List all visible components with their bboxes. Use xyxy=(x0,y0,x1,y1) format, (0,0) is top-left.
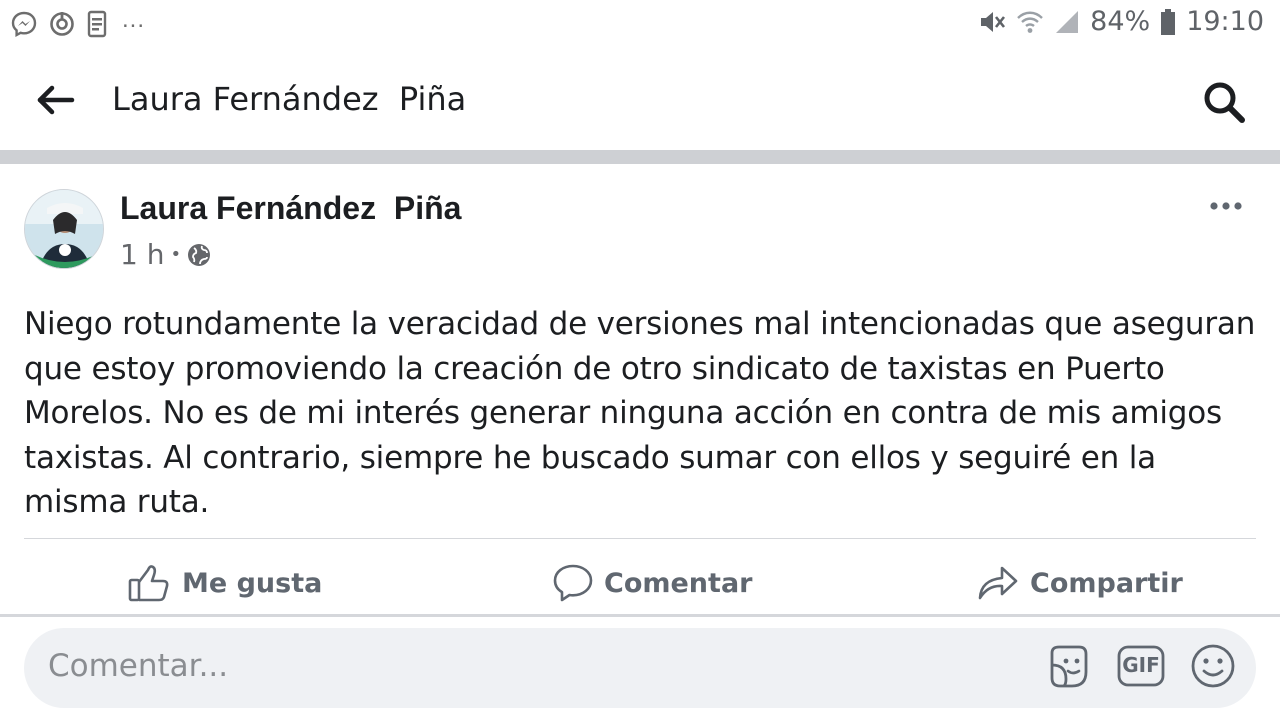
comment-button[interactable]: Comentar xyxy=(552,562,752,604)
clipboard-icon xyxy=(87,10,107,38)
globe-icon xyxy=(188,243,211,266)
sync-icon xyxy=(50,12,74,36)
more-horizontal-icon xyxy=(1210,202,1242,210)
like-button[interactable]: Me gusta xyxy=(128,562,322,604)
post-options-button[interactable] xyxy=(1206,198,1246,214)
smiley-icon xyxy=(1191,644,1235,688)
battery-icon xyxy=(1161,8,1176,35)
notification-icons: ... xyxy=(10,6,146,39)
search-icon xyxy=(1204,82,1245,123)
battery-percentage: 84% xyxy=(1090,6,1151,37)
messenger-icon xyxy=(11,11,37,38)
back-button[interactable] xyxy=(34,82,78,118)
avatar[interactable] xyxy=(24,189,104,269)
post-time[interactable]: 1 h xyxy=(120,238,164,271)
comment-placeholder: Comentar... xyxy=(48,648,229,684)
sticker-icon xyxy=(1050,645,1088,688)
profile-photo xyxy=(25,190,103,268)
search-button[interactable] xyxy=(1200,78,1248,126)
gif-button[interactable]: GIF xyxy=(1116,641,1166,691)
post-divider xyxy=(24,538,1256,539)
section-divider xyxy=(0,150,1280,164)
arrow-left-icon xyxy=(37,85,75,115)
sticker-button[interactable] xyxy=(1044,641,1094,691)
system-status: 84% 19:10 xyxy=(978,6,1264,37)
mute-icon xyxy=(981,11,1006,32)
wifi-icon xyxy=(1017,11,1044,33)
more-notifications-indicator: ... xyxy=(122,6,146,33)
share-label: Compartir xyxy=(1030,567,1183,599)
page-title: Laura Fernández Piña xyxy=(112,80,467,118)
post-text: Niego rotundamente la veracidad de versi… xyxy=(24,306,1256,520)
comment-label: Comentar xyxy=(604,567,753,599)
emoji-button[interactable] xyxy=(1188,641,1238,691)
post-author[interactable]: Laura Fernández Piña xyxy=(120,190,461,227)
share-arrow-icon xyxy=(978,566,1018,600)
meta-separator: • xyxy=(170,244,182,265)
like-label: Me gusta xyxy=(182,567,323,599)
status-bar: ... 84% 19:10 xyxy=(0,0,1280,50)
signal-icon xyxy=(1056,10,1079,33)
post-meta: 1 h • xyxy=(120,238,211,271)
thumbs-up-icon xyxy=(128,565,169,602)
actions-divider xyxy=(0,614,1280,617)
clock: 19:10 xyxy=(1186,6,1264,37)
gif-label: GIF xyxy=(1122,653,1160,677)
comment-bubble-icon xyxy=(553,564,593,602)
share-button[interactable]: Compartir xyxy=(976,562,1183,604)
